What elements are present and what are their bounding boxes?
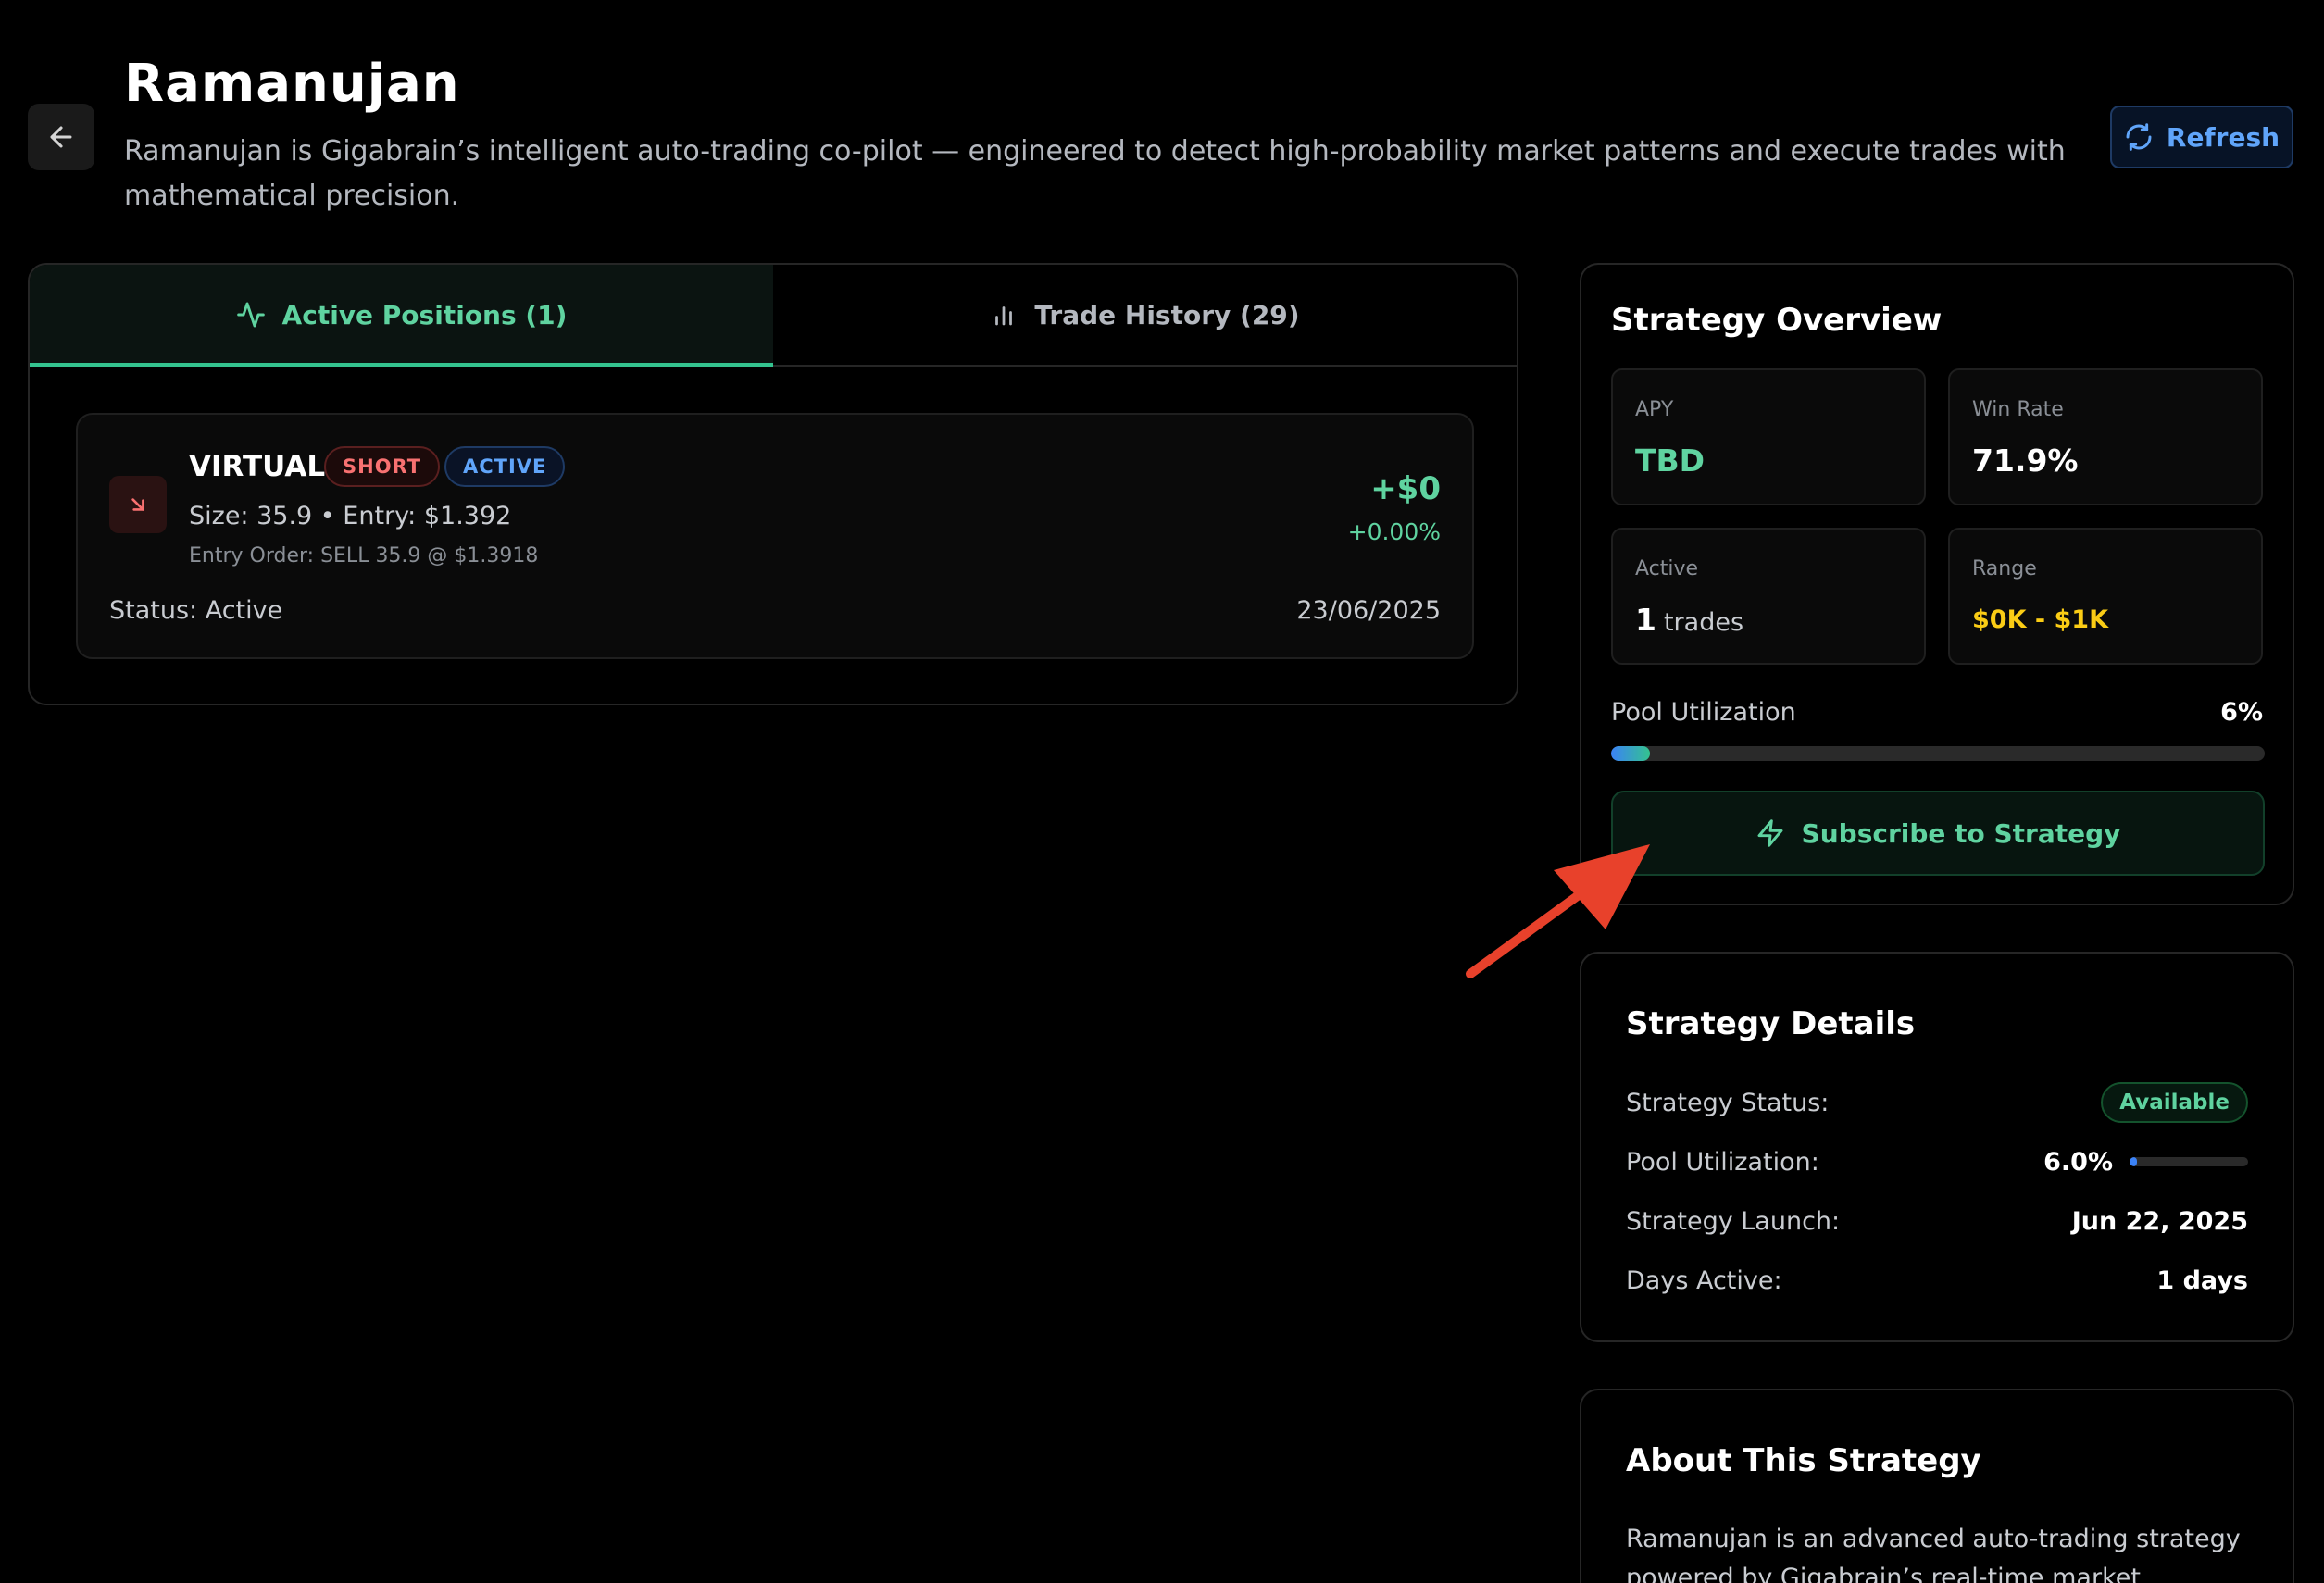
pool-utilization-fill bbox=[1611, 746, 1651, 761]
pool-label: Pool Utilization: bbox=[1626, 1147, 1819, 1177]
strategy-overview-card: Strategy Overview APY TBD Win Rate 71.9%… bbox=[1580, 263, 2294, 905]
position-date: 23/06/2025 bbox=[1296, 596, 1441, 625]
detail-row-status: Strategy Status: Available bbox=[1626, 1079, 2248, 1126]
state-badge: ACTIVE bbox=[444, 446, 566, 487]
position-pnl-percent: +0.00% bbox=[1347, 518, 1441, 545]
status-label: Strategy Status: bbox=[1626, 1088, 1830, 1117]
side-badge: SHORT bbox=[324, 446, 441, 487]
lightning-icon bbox=[1757, 819, 1783, 847]
subscribe-label: Subscribe to Strategy bbox=[1801, 817, 2121, 849]
activity-icon bbox=[236, 302, 265, 328]
pool-value: 6.0% bbox=[2043, 1147, 2113, 1177]
position-pnl: +$0 bbox=[1370, 470, 1441, 507]
refresh-button[interactable]: Refresh bbox=[2110, 106, 2293, 168]
arrow-down-right-icon bbox=[131, 498, 144, 511]
tab-active-positions[interactable]: Active Positions (1) bbox=[30, 265, 773, 367]
entry-order: Entry Order: SELL 35.9 @ $1.3918 bbox=[189, 544, 539, 567]
tab-label: Active Positions (1) bbox=[281, 299, 568, 330]
arrow-left-icon bbox=[50, 126, 72, 148]
active-count: 1 bbox=[1635, 602, 1656, 638]
active-trades-stat: Active 1 trades bbox=[1611, 528, 1926, 665]
win-rate-stat: Win Rate 71.9% bbox=[1948, 368, 2263, 505]
days-label: Days Active: bbox=[1626, 1265, 1782, 1295]
range-value: $0K - $1K bbox=[1972, 605, 2108, 634]
active-value: 1 trades bbox=[1635, 602, 1743, 638]
active-label: Active bbox=[1635, 557, 1699, 580]
apy-label: APY bbox=[1635, 398, 1674, 421]
range-label: Range bbox=[1972, 557, 2037, 580]
range-stat: Range $0K - $1K bbox=[1948, 528, 2263, 665]
pool-utilization-bar bbox=[1611, 746, 2265, 761]
tab-bar: Active Positions (1) Trade History (29) bbox=[30, 265, 1517, 367]
status-badge: Available bbox=[2101, 1082, 2248, 1123]
days-value: 1 days bbox=[2156, 1265, 2248, 1295]
short-direction-icon bbox=[109, 476, 167, 533]
tab-trade-history[interactable]: Trade History (29) bbox=[773, 265, 1517, 365]
refresh-label: Refresh bbox=[2166, 121, 2280, 153]
pool-utilization-label: Pool Utilization bbox=[1611, 698, 1796, 727]
position-size-entry: Size: 35.9 • Entry: $1.392 bbox=[189, 502, 512, 530]
refresh-icon bbox=[2126, 123, 2152, 151]
page-description: Ramanujan is Gigabrain’s intelligent aut… bbox=[124, 135, 2066, 212]
apy-value: TBD bbox=[1635, 442, 1706, 479]
pool-mini-bar bbox=[2130, 1157, 2248, 1166]
pool-mini-fill bbox=[2130, 1157, 2137, 1166]
tab-label: Trade History (29) bbox=[1034, 299, 1300, 330]
position-card[interactable]: VIRTUAL SHORT ACTIVE Size: 35.9 • Entry:… bbox=[76, 413, 1474, 659]
details-title: Strategy Details bbox=[1626, 1005, 1916, 1042]
strategy-details-card: Strategy Details Strategy Status: Availa… bbox=[1580, 952, 2294, 1342]
subscribe-button[interactable]: Subscribe to Strategy bbox=[1611, 791, 2265, 876]
annotation-arrow-icon bbox=[1466, 844, 1650, 978]
bar-chart-icon bbox=[995, 306, 1013, 326]
win-rate-label: Win Rate bbox=[1972, 398, 2064, 421]
active-unit: trades bbox=[1663, 608, 1744, 637]
position-status: Status: Active bbox=[109, 596, 283, 625]
positions-panel: Active Positions (1) Trade History (29) … bbox=[28, 263, 1518, 705]
launch-label: Strategy Launch: bbox=[1626, 1206, 1841, 1236]
launch-value: Jun 22, 2025 bbox=[2071, 1206, 2248, 1236]
detail-row-days: Days Active: 1 days bbox=[1626, 1257, 2248, 1303]
overview-title: Strategy Overview bbox=[1611, 302, 1943, 339]
apy-stat: APY TBD bbox=[1611, 368, 1926, 505]
detail-row-pool: Pool Utilization: 6.0% bbox=[1626, 1139, 2248, 1185]
pool-value-group: 6.0% bbox=[2043, 1148, 2248, 1177]
position-symbol: VIRTUAL bbox=[189, 450, 326, 483]
about-title: About This Strategy bbox=[1626, 1442, 1981, 1479]
about-text: Ramanujan is an advanced auto-trading st… bbox=[1626, 1525, 2241, 1583]
win-rate-value: 71.9% bbox=[1972, 442, 2079, 479]
detail-row-launch: Strategy Launch: Jun 22, 2025 bbox=[1626, 1198, 2248, 1244]
page-title: Ramanujan bbox=[124, 54, 460, 114]
app-root: Ramanujan Ramanujan is Gigabrain’s intel… bbox=[0, 0, 2324, 1583]
back-button[interactable] bbox=[28, 104, 94, 170]
pool-utilization-percent: 6% bbox=[2220, 698, 2263, 727]
about-strategy-card: About This Strategy Ramanujan is an adva… bbox=[1580, 1389, 2294, 1583]
